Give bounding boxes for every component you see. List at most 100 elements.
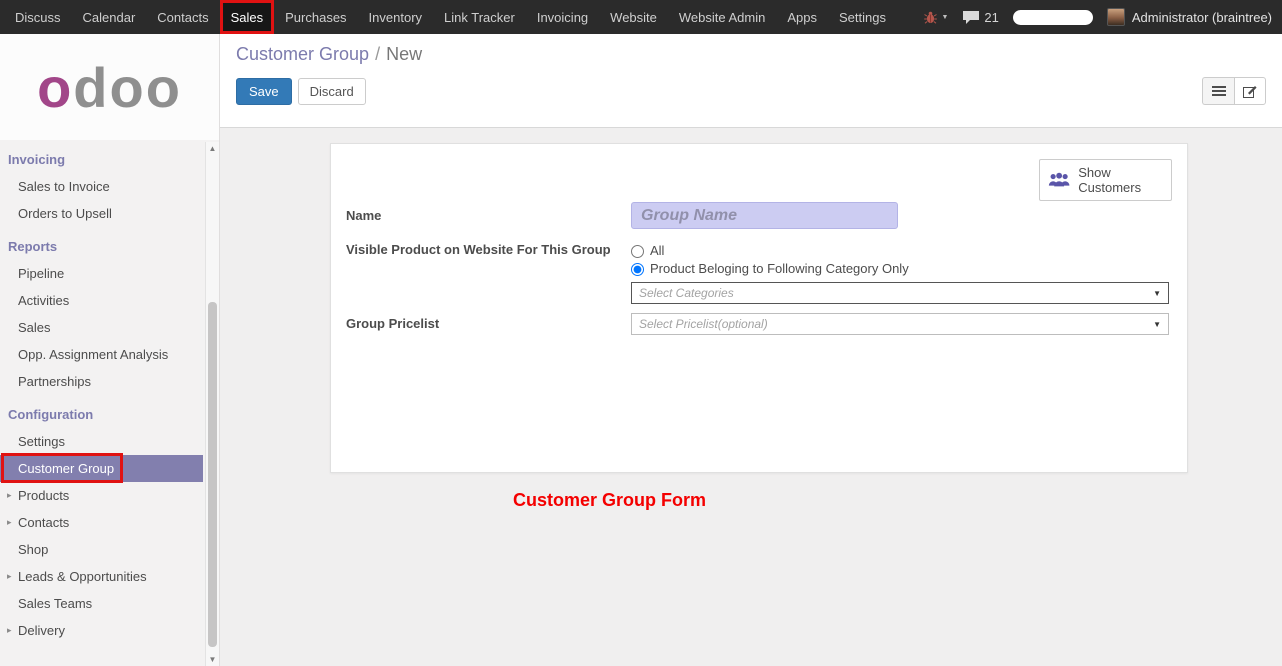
nav-sales[interactable]: Sales xyxy=(220,0,275,34)
sidebar-item-opp-assignment-analysis[interactable]: Opp. Assignment Analysis xyxy=(0,341,203,368)
pricelist-select[interactable]: Select Pricelist(optional) ▼ xyxy=(631,313,1169,335)
logo-letters-doo: doo xyxy=(73,55,182,120)
odoo-logo[interactable]: odoo xyxy=(0,34,219,140)
sidebar-item-leads-opportunities[interactable]: ▸ Leads & Opportunities xyxy=(0,563,203,590)
view-switcher xyxy=(1202,77,1266,105)
radio-option-all[interactable]: All xyxy=(631,242,909,260)
sidebar-section-reports: Reports xyxy=(0,227,203,260)
radio-category[interactable] xyxy=(631,263,644,276)
radio-all[interactable] xyxy=(631,245,644,258)
sidebar-item-sales-teams[interactable]: Sales Teams xyxy=(0,590,203,617)
dropdown-caret-icon: ▼ xyxy=(1153,320,1161,329)
breadcrumb-separator: / xyxy=(375,44,380,64)
nav-link-tracker[interactable]: Link Tracker xyxy=(433,0,526,34)
sidebar-item-delivery[interactable]: ▸ Delivery xyxy=(0,617,203,644)
logo-letter-o: o xyxy=(37,55,73,120)
pricelist-placeholder: Select Pricelist(optional) xyxy=(639,317,1153,331)
group-pricelist-label: Group Pricelist xyxy=(346,313,631,335)
scroll-down-icon[interactable]: ▼ xyxy=(206,653,219,666)
debug-menu-button[interactable]: ▼ xyxy=(924,11,948,24)
sidebar-item-label: Delivery xyxy=(18,623,65,638)
customers-group-icon xyxy=(1048,170,1070,190)
nav-calendar[interactable]: Calendar xyxy=(72,0,147,34)
name-label: Name xyxy=(346,202,631,229)
main-menu: Discuss Calendar Contacts Sales Purchase… xyxy=(0,0,897,34)
sidebar-item-activities[interactable]: Activities xyxy=(0,287,203,314)
sidebar-item-orders-to-upsell[interactable]: Orders to Upsell xyxy=(0,200,203,227)
categories-select[interactable]: Select Categories ▼ xyxy=(631,282,1169,304)
dropdown-caret-icon: ▼ xyxy=(1153,289,1161,298)
topbar-right-tools: ▼ 21 Administrator (braintree) xyxy=(924,0,1282,34)
sidebar-section-configuration: Configuration xyxy=(0,395,203,428)
sidebar-menu: Invoicing Sales to Invoice Orders to Ups… xyxy=(0,140,219,644)
nav-website[interactable]: Website xyxy=(599,0,668,34)
odoo-app: Discuss Calendar Contacts Sales Purchase… xyxy=(0,0,1282,666)
radio-all-label: All xyxy=(650,242,664,260)
sidebar-item-settings[interactable]: Settings xyxy=(0,428,203,455)
radio-option-category[interactable]: Product Beloging to Following Category O… xyxy=(631,260,909,278)
user-menu[interactable]: Administrator (braintree) xyxy=(1107,8,1272,26)
bug-icon xyxy=(924,11,937,24)
expand-arrow-icon: ▸ xyxy=(7,517,12,528)
sidebar-item-sales[interactable]: Sales xyxy=(0,314,203,341)
expand-arrow-icon: ▸ xyxy=(7,625,12,636)
user-avatar xyxy=(1107,8,1125,26)
messages-count: 21 xyxy=(984,10,998,25)
visibility-label: Visible Product on Website For This Grou… xyxy=(346,242,631,278)
nav-apps[interactable]: Apps xyxy=(776,0,828,34)
sidebar-item-label: Contacts xyxy=(18,515,69,530)
scrollbar-thumb[interactable] xyxy=(208,302,217,647)
save-button[interactable]: Save xyxy=(236,78,292,105)
content-area: Show Customers Name Visible Product on W… xyxy=(220,128,1282,666)
status-pill xyxy=(1013,10,1093,25)
categories-spacer xyxy=(346,282,631,304)
control-panel-buttons: Save Discard xyxy=(236,77,1266,105)
sidebar-item-label: Products xyxy=(18,488,69,503)
sidebar-item-sales-to-invoice[interactable]: Sales to Invoice xyxy=(0,173,203,200)
discard-button[interactable]: Discard xyxy=(298,78,366,105)
categories-placeholder: Select Categories xyxy=(639,286,1153,300)
caret-down-icon: ▼ xyxy=(941,14,948,21)
breadcrumb-new: New xyxy=(386,44,422,64)
annotation-caption: Customer Group Form xyxy=(513,490,706,511)
breadcrumb: Customer Group / New xyxy=(236,44,1266,65)
sidebar-item-contacts[interactable]: ▸ Contacts xyxy=(0,509,203,536)
edit-form-icon xyxy=(1243,84,1258,98)
customer-group-form-card: Show Customers Name Visible Product on W… xyxy=(330,143,1188,473)
form-fields: Name Visible Product on Website For This… xyxy=(346,202,1172,335)
user-name: Administrator (braintree) xyxy=(1132,10,1272,25)
scroll-up-icon[interactable]: ▲ xyxy=(206,142,219,155)
sidebar-item-customer-group[interactable]: Customer Group xyxy=(0,455,203,482)
nav-inventory[interactable]: Inventory xyxy=(358,0,433,34)
nav-contacts[interactable]: Contacts xyxy=(146,0,219,34)
list-icon xyxy=(1212,85,1226,97)
expand-arrow-icon: ▸ xyxy=(7,571,12,582)
show-customers-label: Show Customers xyxy=(1078,165,1163,195)
radio-category-label: Product Beloging to Following Category O… xyxy=(650,260,909,278)
control-panel: Customer Group / New Save Discard xyxy=(220,34,1282,128)
nav-invoicing[interactable]: Invoicing xyxy=(526,0,599,34)
messages-button[interactable]: 21 xyxy=(962,10,998,25)
form-view-button[interactable] xyxy=(1234,77,1266,105)
sidebar: odoo Invoicing Sales to Invoice Orders t… xyxy=(0,34,220,666)
chat-bubble-icon xyxy=(962,10,980,25)
sidebar-item-pipeline[interactable]: Pipeline xyxy=(0,260,203,287)
sidebar-item-products[interactable]: ▸ Products xyxy=(0,482,203,509)
nav-website-admin[interactable]: Website Admin xyxy=(668,0,776,34)
nav-settings[interactable]: Settings xyxy=(828,0,897,34)
sidebar-item-label: Customer Group xyxy=(18,461,114,476)
show-customers-button[interactable]: Show Customers xyxy=(1039,159,1172,201)
breadcrumb-customer-group[interactable]: Customer Group xyxy=(236,44,369,64)
sidebar-item-label: Leads & Opportunities xyxy=(18,569,147,584)
sidebar-item-partnerships[interactable]: Partnerships xyxy=(0,368,203,395)
sidebar-section-invoicing: Invoicing xyxy=(0,140,203,173)
list-view-button[interactable] xyxy=(1202,77,1234,105)
nav-discuss[interactable]: Discuss xyxy=(4,0,72,34)
expand-arrow-icon: ▸ xyxy=(7,490,12,501)
sidebar-scrollbar[interactable]: ▲ ▼ xyxy=(205,142,219,666)
main-area: Customer Group / New Save Discard xyxy=(220,34,1282,666)
nav-purchases[interactable]: Purchases xyxy=(274,0,357,34)
top-navbar: Discuss Calendar Contacts Sales Purchase… xyxy=(0,0,1282,34)
sidebar-item-shop[interactable]: Shop xyxy=(0,536,203,563)
group-name-input[interactable] xyxy=(631,202,898,229)
